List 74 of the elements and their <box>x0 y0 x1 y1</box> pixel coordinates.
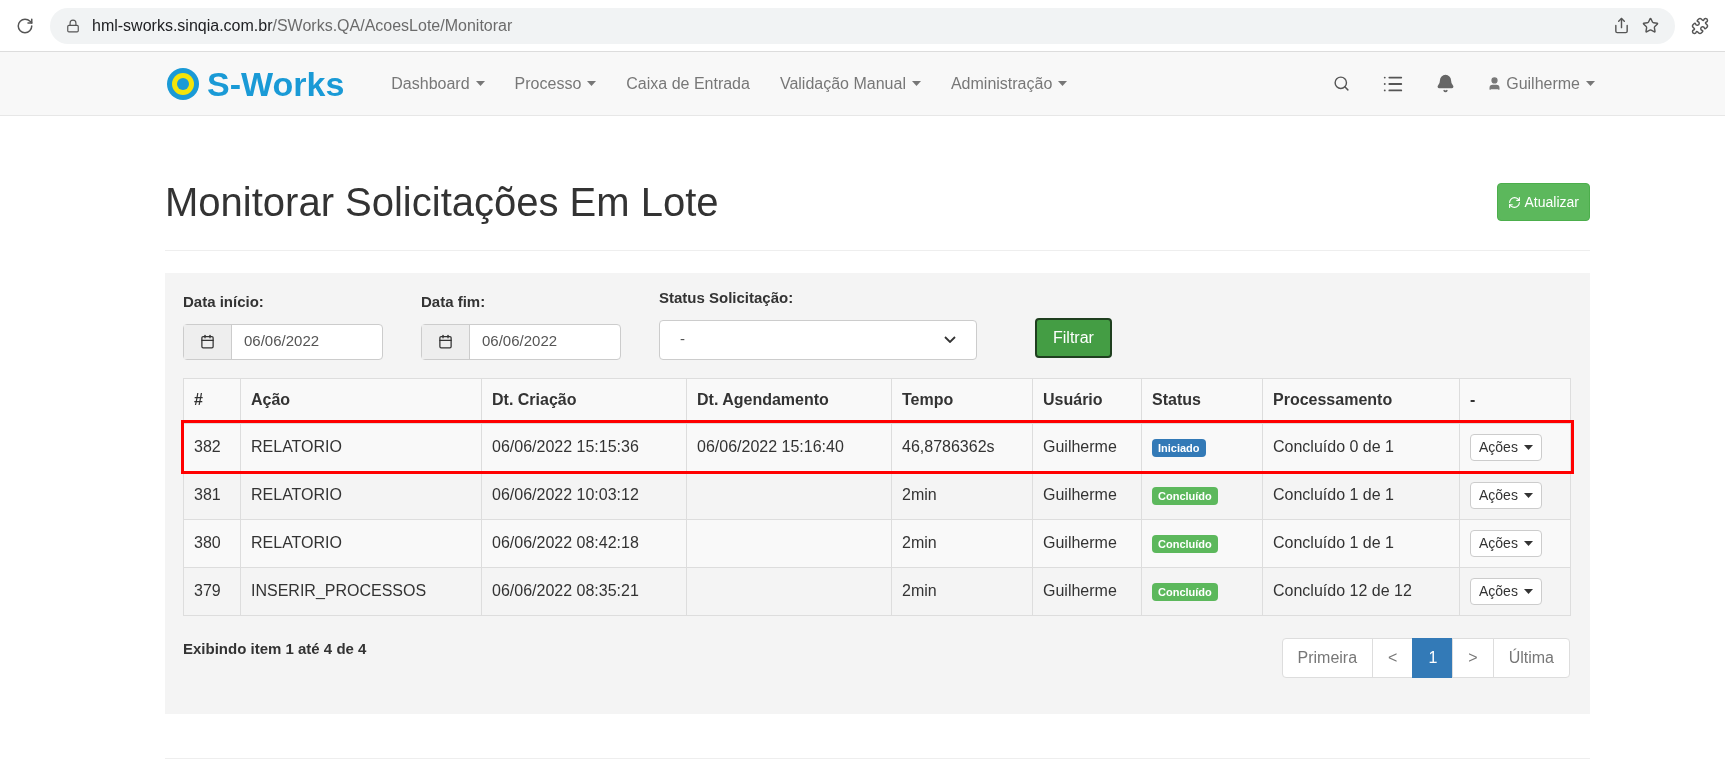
field-label: Status Solicitação: <box>659 288 795 308</box>
field-label: Data fim: <box>421 292 487 312</box>
caret-icon <box>1523 588 1533 594</box>
status-badge: Iniciado <box>1152 439 1206 458</box>
caret-icon <box>1523 444 1533 450</box>
caret-icon <box>1586 81 1595 86</box>
column-header: Tempo <box>891 378 1033 423</box>
share-icon[interactable] <box>1613 17 1630 34</box>
caret-icon <box>1523 492 1533 498</box>
table-cell: 2min <box>891 567 1033 615</box>
actions-button[interactable]: Ações <box>1470 529 1542 557</box>
actions-button[interactable]: Ações <box>1470 433 1542 461</box>
pagination-link[interactable]: Primeira <box>1281 637 1374 678</box>
table-cell: 2min <box>891 519 1033 567</box>
table-cell: 381 <box>183 471 241 519</box>
user-icon <box>1487 76 1503 91</box>
bell-icon[interactable] <box>1436 74 1456 93</box>
field-label: Data início: <box>183 292 265 312</box>
pagination-link[interactable]: Última <box>1492 637 1570 678</box>
calendar-icon <box>200 334 215 349</box>
table-cell: Concluído 1 de 1 <box>1262 519 1460 567</box>
status-badge: Concluído <box>1152 487 1218 505</box>
status-badge: Concluído <box>1152 583 1218 601</box>
user-menu[interactable]: Guilherme <box>1487 71 1595 96</box>
nav-menu-item[interactable]: Processo <box>499 71 612 96</box>
column-header: # <box>183 378 241 423</box>
column-header: Dt. Criação <box>481 378 687 423</box>
refresh-button[interactable]: Atualizar <box>1496 183 1590 221</box>
table-cell: 06/06/2022 08:42:18 <box>481 519 687 567</box>
address-bar[interactable]: hml-sworks.sinqia.com.br/SWorks.QA/AcoesLote/Monitorar <box>50 7 1675 44</box>
results-summary: Exibindo item 1 até 4 de 4 <box>183 638 367 659</box>
pagination-link[interactable]: < <box>1372 637 1414 678</box>
actions-button[interactable]: Ações <box>1470 577 1542 605</box>
table-cell: INSERIR_PROCESSOS <box>240 567 482 615</box>
table-cell: Guilherme <box>1032 519 1142 567</box>
actions-button[interactable]: Ações <box>1470 481 1542 509</box>
url-text: hml-sworks.sinqia.com.br/SWorks.QA/AcoesLote/Monitorar <box>92 15 514 36</box>
pagination-link[interactable]: 1 <box>1412 637 1454 678</box>
table-cell: 2min <box>891 471 1033 519</box>
search-icon[interactable] <box>1333 75 1351 92</box>
status-badge: Concluído <box>1152 535 1218 553</box>
nav-menu-item[interactable]: Validação Manual <box>764 71 936 96</box>
column-header: Ação <box>240 378 482 423</box>
nav-menu-item[interactable]: Dashboard <box>376 71 500 96</box>
date-field[interactable]: 06/06/2022 <box>183 323 383 360</box>
table-cell: Guilherme <box>1032 567 1142 615</box>
table-cell: RELATORIO <box>240 519 482 567</box>
table-cell: Guilherme <box>1032 471 1142 519</box>
table-cell: Concluído 1 de 1 <box>1262 471 1460 519</box>
refresh-icon <box>1507 195 1521 209</box>
page-title: Monitorar Solicitações Em Lote <box>165 179 719 226</box>
calendar-icon <box>438 334 453 349</box>
table-cell: 06/06/2022 10:03:12 <box>481 471 687 519</box>
column-header: Processamento <box>1262 378 1460 423</box>
table-cell: 06/06/2022 08:35:21 <box>481 567 687 615</box>
table-cell: RELATORIO <box>240 471 482 519</box>
lock-icon <box>66 18 80 33</box>
nav-menu-item[interactable]: Administração <box>935 71 1083 96</box>
star-icon[interactable] <box>1642 17 1659 34</box>
extensions-icon[interactable] <box>1691 16 1709 35</box>
filter-button[interactable]: Filtrar <box>1035 317 1112 358</box>
reload-icon[interactable] <box>16 16 34 35</box>
table-cell: 380 <box>183 519 241 567</box>
chevron-icon <box>944 336 956 343</box>
date-field[interactable]: 06/06/2022 <box>421 323 621 360</box>
caret-icon <box>1523 540 1533 546</box>
pagination-link[interactable]: > <box>1452 637 1494 678</box>
logo-text: S-Works <box>207 66 345 101</box>
table-cell: Concluído 12 de 12 <box>1262 567 1460 615</box>
logo-icon <box>165 65 201 102</box>
nav-menu-item[interactable]: Caixa de Entrada <box>611 71 765 96</box>
table-cell: 379 <box>183 567 241 615</box>
column-header: Dt. Agendamento <box>686 378 892 423</box>
status-select[interactable]: - <box>659 319 977 360</box>
